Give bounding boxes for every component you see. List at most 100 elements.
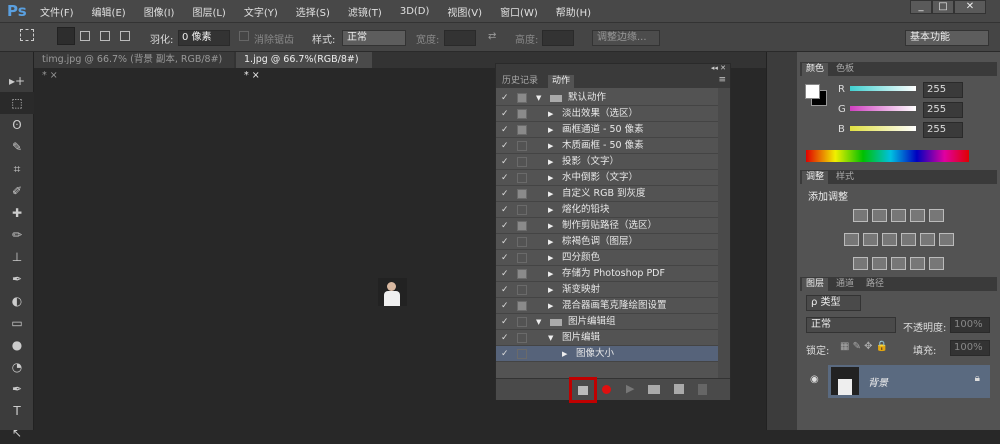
channel-mixer-icon[interactable]: [919, 233, 935, 246]
menu-help[interactable]: 帮助(H): [556, 4, 591, 19]
crop-tool[interactable]: ⌗: [0, 158, 34, 180]
tab-timg[interactable]: timg.jpg @ 66.7% (背景 副本, RGB/8#) * ×: [34, 52, 234, 81]
expand-right-icon[interactable]: ▶: [548, 154, 553, 170]
expand-right-icon[interactable]: ▶: [548, 170, 553, 186]
marquee-preset-icon[interactable]: [20, 29, 34, 41]
toggle-check-icon[interactable]: ✓: [501, 170, 509, 186]
layer-name[interactable]: 背景: [868, 374, 888, 389]
lock-icons[interactable]: ▦ ✎ ✥ 🔒: [840, 341, 888, 352]
action-row[interactable]: ✓ ▶ 图像大小: [496, 346, 718, 362]
style-select[interactable]: 正常: [342, 30, 406, 46]
toggle-check-icon[interactable]: ✓: [501, 154, 509, 170]
toggle-check-icon[interactable]: ✓: [501, 90, 509, 106]
new-selection-icon[interactable]: [57, 27, 75, 45]
move-tool[interactable]: ▸+: [0, 70, 34, 92]
brush-tool[interactable]: ✏: [0, 224, 34, 246]
dialog-toggle[interactable]: [517, 269, 527, 279]
levels-icon[interactable]: [872, 209, 887, 222]
layer-filter-select[interactable]: ρ 类型: [806, 295, 861, 311]
expand-right-icon[interactable]: ▶: [548, 186, 553, 202]
expand-down-icon[interactable]: ▼: [548, 330, 553, 346]
toggle-check-icon[interactable]: ✓: [501, 186, 509, 202]
tab-channels[interactable]: 通道: [832, 278, 858, 291]
toggle-check-icon[interactable]: ✓: [501, 202, 509, 218]
dialog-toggle[interactable]: [517, 301, 527, 311]
action-row[interactable]: ✓ ▶ 木质画框 - 50 像素: [496, 138, 718, 154]
menu-image[interactable]: 图像(I): [144, 4, 175, 19]
expand-right-icon[interactable]: ▶: [548, 202, 553, 218]
color-balance-icon[interactable]: [862, 233, 878, 246]
action-row[interactable]: ✓ ▶ 存储为 Photoshop PDF: [496, 266, 718, 282]
expand-right-icon[interactable]: ▶: [548, 138, 553, 154]
menu-layer[interactable]: 图层(L): [192, 4, 225, 19]
menu-file[interactable]: 文件(F): [40, 4, 74, 19]
path-select-tool[interactable]: ↖: [0, 422, 34, 444]
type-tool[interactable]: T: [0, 400, 34, 422]
action-row[interactable]: ✓ ▶ 自定义 RGB 到灰度: [496, 186, 718, 202]
menu-window[interactable]: 窗口(W): [500, 4, 538, 19]
eraser-tool[interactable]: ◐: [0, 290, 34, 312]
curves-icon[interactable]: [891, 209, 906, 222]
tab-paths[interactable]: 路径: [862, 278, 888, 291]
menu-select[interactable]: 选择(S): [296, 4, 330, 19]
toggle-check-icon[interactable]: ✓: [501, 218, 509, 234]
lasso-tool[interactable]: ʘ: [0, 114, 34, 136]
menu-3d[interactable]: 3D(D): [400, 6, 430, 17]
foreground-color-swatch[interactable]: [805, 84, 820, 99]
expand-down-icon[interactable]: ▼: [536, 90, 541, 106]
toggle-check-icon[interactable]: ✓: [501, 298, 509, 314]
dialog-toggle[interactable]: [517, 157, 527, 167]
channel-slider[interactable]: [850, 106, 916, 111]
visibility-eye-icon[interactable]: ◉: [810, 374, 819, 385]
gradient-map-icon[interactable]: [910, 257, 925, 270]
panel-menu-icon[interactable]: ≡: [718, 75, 726, 85]
action-row[interactable]: ✓ ▶ 四分颜色: [496, 250, 718, 266]
expand-right-icon[interactable]: ▶: [548, 266, 553, 282]
gradient-tool[interactable]: ▭: [0, 312, 34, 334]
stamp-tool[interactable]: ⊥: [0, 246, 34, 268]
menu-filter[interactable]: 滤镜(T): [348, 4, 382, 19]
action-row[interactable]: ✓ ▼ 图片编辑组: [496, 314, 718, 330]
action-row[interactable]: ✓ ▶ 熔化的铅块: [496, 202, 718, 218]
minimize-button[interactable]: _: [910, 0, 932, 14]
expand-right-icon[interactable]: ▶: [562, 346, 567, 362]
toggle-check-icon[interactable]: ✓: [501, 138, 509, 154]
marquee-tool[interactable]: ⬚: [0, 92, 34, 114]
toggle-check-icon[interactable]: ✓: [501, 250, 509, 266]
dialog-toggle[interactable]: [517, 173, 527, 183]
opacity-input[interactable]: 100%: [950, 317, 990, 333]
width-input[interactable]: [444, 30, 476, 46]
tab-swatches[interactable]: 色板: [832, 63, 858, 76]
action-row[interactable]: ✓ ▼ 默认动作: [496, 90, 718, 106]
menu-type[interactable]: 文字(Y): [244, 4, 278, 19]
vibrance-icon[interactable]: [929, 209, 944, 222]
dialog-toggle[interactable]: [517, 125, 527, 135]
dialog-toggle[interactable]: [517, 93, 527, 103]
layer-row-background[interactable]: 背景 🔒︎: [828, 365, 990, 398]
blur-tool[interactable]: ●: [0, 334, 34, 356]
close-icon[interactable]: ×: [252, 70, 260, 81]
black-white-icon[interactable]: [881, 233, 897, 246]
add-selection-icon[interactable]: [80, 31, 90, 41]
expand-down-icon[interactable]: ▼: [536, 314, 541, 330]
expand-right-icon[interactable]: ▶: [548, 298, 553, 314]
channel-value-input[interactable]: 255: [923, 122, 963, 138]
brightness-icon[interactable]: [853, 209, 868, 222]
toggle-check-icon[interactable]: ✓: [501, 314, 509, 330]
tab-styles[interactable]: 样式: [832, 171, 858, 184]
tab-1jpg[interactable]: 1.jpg @ 66.7%(RGB/8#) * ×: [236, 52, 372, 81]
expand-right-icon[interactable]: ▶: [548, 250, 553, 266]
channel-slider[interactable]: [850, 86, 916, 91]
channel-slider[interactable]: [850, 126, 916, 131]
antialias-checkbox[interactable]: [239, 31, 249, 41]
action-row[interactable]: ✓ ▶ 制作剪贴路径（选区）: [496, 218, 718, 234]
dodge-tool[interactable]: ◔: [0, 356, 34, 378]
dialog-toggle[interactable]: [517, 317, 527, 327]
expand-right-icon[interactable]: ▶: [548, 106, 553, 122]
threshold-icon[interactable]: [891, 257, 906, 270]
action-row[interactable]: ✓ ▶ 画框通道 - 50 像素: [496, 122, 718, 138]
toggle-check-icon[interactable]: ✓: [501, 122, 509, 138]
toggle-check-icon[interactable]: ✓: [501, 266, 509, 282]
dialog-toggle[interactable]: [517, 285, 527, 295]
exposure-icon[interactable]: [910, 209, 925, 222]
